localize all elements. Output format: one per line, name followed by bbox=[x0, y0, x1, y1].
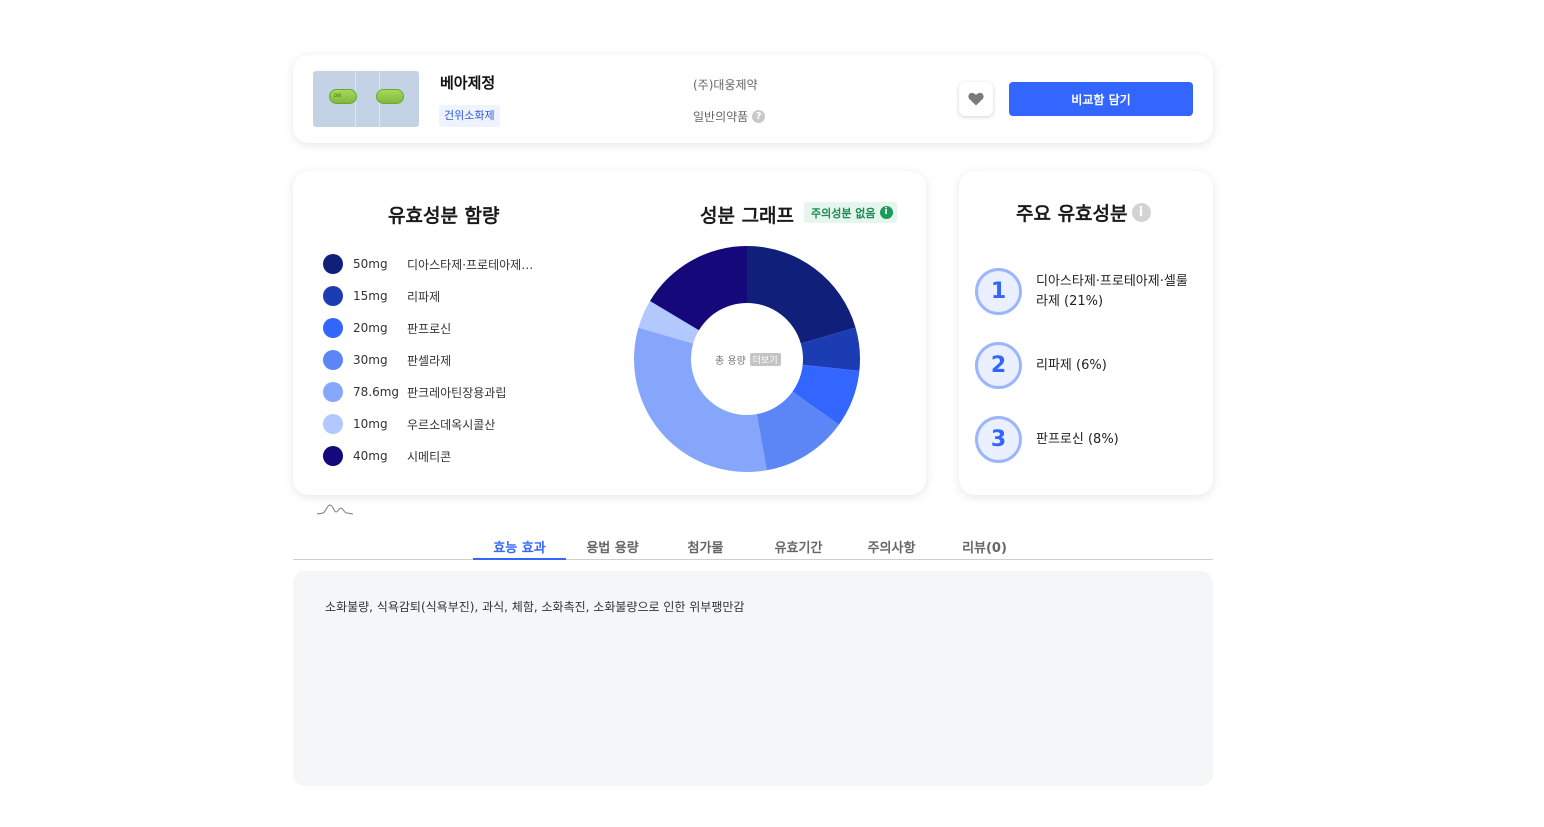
drug-type-label: 일반의약품 bbox=[693, 110, 749, 124]
ingredient-amount: 78.6mg bbox=[353, 385, 400, 399]
main-ingredients-header: 주요 유효성분 i bbox=[1016, 199, 1151, 226]
donut-center: 총 용량 더보기 bbox=[715, 352, 781, 367]
pill-shape: DW bbox=[329, 89, 357, 104]
ingredient-amount: 50mg bbox=[353, 257, 388, 271]
detail-tabs: 효능 효과 용법 용량 첨가물 유효기간 주의사항 리뷰(0) bbox=[293, 532, 1213, 560]
ingredient-row: 50mg 디아스타제·프로테아제·셀룰라제 bbox=[323, 248, 537, 280]
favorite-button[interactable] bbox=[959, 82, 993, 116]
info-icon: i bbox=[879, 206, 893, 219]
main-ingredient-item: 3 판프로신 (8%) bbox=[975, 416, 1196, 463]
category-tag[interactable]: 건위소화제 bbox=[439, 105, 500, 127]
main-ingredient-text: 판프로신 (8%) bbox=[1036, 431, 1119, 447]
ingredient-amount: 15mg bbox=[353, 289, 388, 303]
ingredient-name: 판프로신 bbox=[407, 321, 452, 336]
pill-shape bbox=[376, 89, 404, 104]
ingredients-title: 유효성분 함량 bbox=[388, 205, 500, 227]
ingredient-card: 유효성분 함량 50mg 디아스타제·프로테아제·셀룰라제 15mg 리파제 20mg 판… bbox=[293, 171, 926, 495]
main-ingredient-item: 2 리파제 (6%) bbox=[975, 342, 1196, 389]
legend-swatch bbox=[323, 414, 343, 434]
question-icon[interactable]: ? bbox=[752, 110, 766, 123]
info-icon[interactable]: i bbox=[1131, 203, 1151, 222]
legend-swatch bbox=[323, 318, 343, 338]
ingredient-amount: 10mg bbox=[353, 417, 388, 431]
ingredient-row: 40mg 시메티콘 bbox=[323, 440, 537, 472]
ingredient-amount: 40mg bbox=[353, 449, 388, 463]
ingredient-row: 20mg 판프로신 bbox=[323, 312, 537, 344]
drug-type: 일반의약품 ? bbox=[693, 108, 766, 125]
main-ingredient-text: 리파제 (6%) bbox=[1036, 357, 1107, 373]
manufacturer: (주)대웅제약 bbox=[693, 78, 758, 92]
add-to-compare-button[interactable]: 비교함 담기 bbox=[1009, 82, 1193, 116]
ingredient-name: 시메티콘 bbox=[407, 449, 452, 464]
main-ingredient-text: 디아스타제·프로테아제·셀룰라제 (21%) bbox=[1036, 273, 1188, 309]
ingredient-row: 30mg 판셀라제 bbox=[323, 344, 537, 376]
efficacy-text: 소화불량, 식욕감퇴(식욕부진), 과식, 체함, 소화촉진, 소화불량으로 인… bbox=[325, 600, 745, 614]
ingredient-name: 판크레아틴장용과립 bbox=[407, 385, 507, 400]
ingredient-row: 10mg 우르소데옥시콜산 bbox=[323, 408, 537, 440]
ingredient-list: 50mg 디아스타제·프로테아제·셀룰라제 15mg 리파제 20mg 판프로신 30mg 판… bbox=[323, 248, 537, 472]
ingredient-amount: 30mg bbox=[353, 353, 388, 367]
ingredient-amount: 20mg bbox=[353, 321, 388, 335]
tab-precautions[interactable]: 주의사항 bbox=[845, 537, 938, 560]
graph-title: 성분 그래프 bbox=[700, 205, 795, 227]
ingredient-row: 78.6mg 판크레아틴장용과립 bbox=[323, 376, 537, 408]
ingredient-name: 판셀라제 bbox=[407, 353, 452, 368]
main-ingredient-item: 1 디아스타제·프로테아제·셀룰라제 (21%) bbox=[975, 268, 1196, 315]
main-ingredients-title: 주요 유효성분 bbox=[1016, 203, 1128, 225]
legend-swatch bbox=[323, 254, 343, 274]
ingredient-row: 15mg 리파제 bbox=[323, 280, 537, 312]
ingredient-name: 리파제 bbox=[407, 289, 441, 304]
rank-badge: 3 bbox=[975, 416, 1022, 463]
wave-icon bbox=[317, 504, 353, 515]
caution-badge-label: 주의성분 없음 bbox=[811, 206, 876, 220]
tab-content-panel: 소화불량, 식욕감퇴(식욕부진), 과식, 체함, 소화촉진, 소화불량으로 인… bbox=[293, 571, 1213, 786]
legend-swatch bbox=[323, 350, 343, 370]
more-button[interactable]: 더보기 bbox=[749, 353, 781, 366]
donut-slice[interactable] bbox=[634, 327, 767, 472]
rank-badge: 2 bbox=[975, 342, 1022, 389]
tab-additives[interactable]: 첨가물 bbox=[659, 537, 752, 560]
tab-reviews[interactable]: 리뷰(0) bbox=[938, 537, 1031, 560]
heart-icon bbox=[968, 92, 984, 106]
main-ingredients-card: 주요 유효성분 i 1 디아스타제·프로테아제·셀룰라제 (21%) 2 리파제… bbox=[959, 171, 1213, 495]
legend-swatch bbox=[323, 286, 343, 306]
product-name: 베아제정 bbox=[440, 74, 496, 92]
ingredient-name: 디아스타제·프로테아제·셀룰라제 bbox=[407, 257, 537, 272]
product-card: DW 베아제정 건위소화제 (주)대웅제약 일반의약품 ? 비교함 담기 bbox=[293, 55, 1213, 143]
rank-badge: 1 bbox=[975, 268, 1022, 315]
caution-badge[interactable]: 주의성분 없음 i bbox=[804, 202, 897, 223]
tab-efficacy[interactable]: 효능 효과 bbox=[473, 537, 566, 560]
total-dose-label: 총 용량 bbox=[715, 356, 746, 367]
donut-slice[interactable] bbox=[747, 246, 856, 344]
tab-expiration[interactable]: 유효기간 bbox=[752, 537, 845, 560]
tab-dosage[interactable]: 용법 용량 bbox=[566, 537, 659, 560]
legend-swatch bbox=[323, 382, 343, 402]
ingredient-name: 우르소데옥시콜산 bbox=[407, 417, 496, 432]
product-image: DW bbox=[313, 71, 419, 127]
legend-swatch bbox=[323, 446, 343, 466]
